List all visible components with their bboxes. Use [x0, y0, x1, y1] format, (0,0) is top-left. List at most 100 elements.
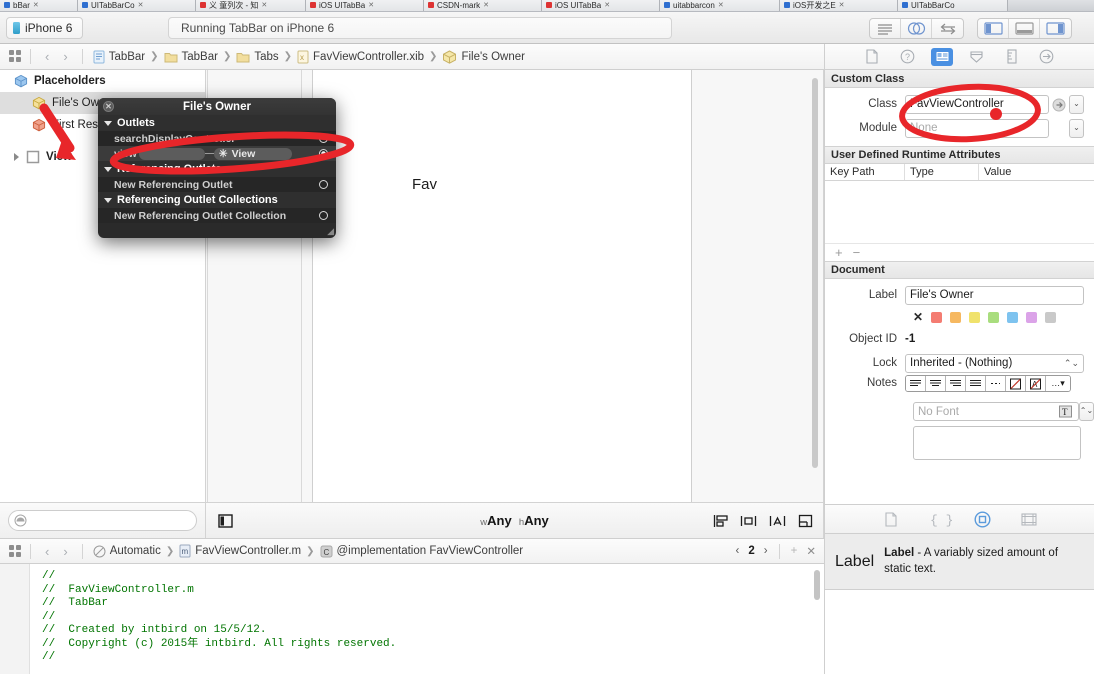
size-class-toggle-icon[interactable] — [218, 513, 233, 528]
close-icon[interactable]: ✕ — [604, 1, 610, 9]
connections-popup[interactable]: ✕ File's Owner Outlets searchDisplayCont… — [98, 98, 336, 238]
debug-area-toggle-icon[interactable] — [1009, 19, 1040, 38]
browser-tab[interactable]: CSDN-mark ✕ — [424, 0, 542, 11]
editor-forward-button[interactable]: › — [56, 544, 74, 559]
popup-row-searchdisplaycontroller[interactable]: searchDisplayController — [98, 131, 336, 146]
close-icon[interactable]: ✕ — [368, 1, 374, 9]
media-library-tab[interactable] — [1019, 510, 1039, 528]
popup-section-outlets[interactable]: Outlets — [98, 115, 336, 131]
popup-section-referencing-outlet-collections[interactable]: Referencing Outlet Collections — [98, 192, 336, 208]
close-icon[interactable]: ✕ — [103, 101, 114, 112]
module-field[interactable]: None — [905, 118, 1049, 138]
close-icon[interactable]: ✕ — [718, 1, 724, 9]
outline-row-placeholders[interactable]: Placeholders — [0, 70, 205, 92]
more-options-icon[interactable]: …▾ — [1046, 376, 1070, 391]
font-panel-icon[interactable]: T — [1058, 404, 1073, 419]
code-snippet-library-tab[interactable]: { } — [927, 510, 953, 528]
document-label-field[interactable]: File's Owner — [905, 285, 1084, 305]
popup-section-referencing-outlets[interactable]: Referencing Outlets — [98, 161, 336, 177]
canvas-scrollbar[interactable] — [812, 78, 818, 468]
add-attribute-button[interactable]: + — [835, 245, 843, 260]
assistant-editor-icon[interactable] — [901, 19, 932, 38]
popup-row-view[interactable]: view ✳ View — [98, 146, 336, 161]
module-dropdown-button[interactable]: ⌄ — [1069, 118, 1084, 138]
related-items-icon[interactable] — [8, 49, 23, 64]
align-center-icon[interactable] — [926, 376, 946, 391]
add-editor-button[interactable]: + — [791, 545, 798, 557]
browser-tab[interactable]: 义 童列次 - 知 ✕ — [196, 0, 306, 11]
popup-row-new-referencing-outlet[interactable]: New Referencing Outlet — [98, 177, 336, 192]
back-button[interactable]: ‹ — [38, 49, 56, 64]
resize-handle[interactable]: ◢ — [327, 226, 334, 237]
breadcrumb-item-group-tabs[interactable]: Tabs — [233, 51, 281, 63]
file-inspector-tab[interactable] — [861, 48, 883, 66]
forward-button[interactable]: › — [56, 49, 74, 64]
runtime-attributes-body[interactable] — [825, 181, 1094, 243]
breadcrumb-item-files-owner[interactable]: File's Owner — [439, 49, 528, 64]
resolve-issues-icon[interactable] — [769, 514, 786, 528]
disclosure-triangle-icon[interactable] — [104, 197, 112, 203]
close-editor-button[interactable]: ✕ — [806, 544, 816, 558]
connection-well-icon[interactable] — [319, 180, 328, 189]
popup-row-new-referencing-outlet-collection[interactable]: New Referencing Outlet Collection — [98, 208, 336, 223]
text-color-icon[interactable] — [1006, 376, 1026, 391]
class-chooser-icon[interactable] — [1051, 95, 1067, 114]
color-swatch-gray[interactable] — [1045, 311, 1057, 323]
color-swatch-red[interactable] — [931, 311, 943, 323]
color-swatch-blue[interactable] — [1007, 311, 1019, 323]
jumpbar-item-symbol[interactable]: C @implementation FavViewController — [317, 545, 527, 558]
related-items-icon[interactable] — [8, 544, 23, 559]
counter-prev-button[interactable]: ‹ — [736, 545, 740, 557]
library-list[interactable] — [824, 590, 1094, 674]
attributes-inspector-tab[interactable] — [966, 48, 988, 66]
lock-select[interactable]: Inherited - (Nothing) ⌃⌄ — [905, 353, 1084, 373]
identity-inspector-tab[interactable] — [931, 47, 954, 66]
pin-icon[interactable] — [740, 514, 757, 528]
outline-filter-field[interactable] — [8, 510, 197, 531]
align-right-icon[interactable] — [946, 376, 966, 391]
close-icon[interactable]: ✕ — [839, 1, 845, 9]
utilities-toggle-icon[interactable] — [1040, 19, 1071, 38]
list-style-icon[interactable] — [986, 376, 1006, 391]
breadcrumb-item-project[interactable]: TabBar — [90, 50, 148, 64]
color-swatch-green[interactable] — [988, 311, 1000, 323]
align-justify-icon[interactable] — [966, 376, 986, 391]
jumpbar-item-automatic[interactable]: Automatic — [90, 545, 164, 558]
notes-textarea[interactable] — [913, 426, 1081, 460]
class-dropdown-button[interactable]: ⌄ — [1069, 94, 1084, 114]
browser-tab[interactable]: bBar ✕ — [0, 0, 78, 11]
source-code-text[interactable]: // // FavViewController.m // TabBar // /… — [42, 570, 396, 674]
view-controller-view[interactable]: Fav — [312, 70, 692, 502]
scheme-destination-selector[interactable]: iPhone 6 — [6, 17, 84, 39]
browser-tab[interactable]: uitabbarcon ✕ — [660, 0, 780, 11]
class-field[interactable]: FavViewController — [905, 94, 1049, 114]
align-left-icon[interactable] — [906, 376, 926, 391]
align-icon[interactable] — [713, 514, 728, 528]
connections-inspector-tab[interactable] — [1036, 48, 1058, 66]
disclosure-triangle-icon[interactable] — [104, 166, 112, 172]
version-editor-icon[interactable] — [932, 19, 963, 38]
close-icon[interactable]: ✕ — [33, 1, 39, 9]
size-inspector-tab[interactable] — [1001, 48, 1023, 66]
size-class-indicator[interactable]: wAny hAny — [480, 513, 549, 528]
font-size-stepper[interactable]: ⌃⌄ — [1079, 402, 1094, 421]
browser-tab[interactable]: UITabBarCo ✕ — [78, 0, 196, 11]
background-color-icon[interactable]: A — [1026, 376, 1046, 391]
navigator-toggle-icon[interactable] — [978, 19, 1009, 38]
jumpbar-item-file[interactable]: m FavViewController.m — [176, 544, 304, 558]
close-icon[interactable]: ✕ — [138, 1, 144, 9]
fav-label[interactable]: Fav — [412, 176, 437, 193]
breadcrumb-item-group-tabbar[interactable]: TabBar — [161, 51, 221, 63]
editor-scrollbar[interactable] — [814, 570, 820, 600]
browser-tab[interactable]: UITabBarCo — [898, 0, 1008, 11]
standard-editor-icon[interactable] — [870, 19, 901, 38]
quick-help-inspector-tab[interactable]: ? — [896, 48, 918, 66]
browser-tab[interactable]: iOS开发之E ✕ — [780, 0, 898, 11]
file-template-library-tab[interactable] — [881, 510, 901, 528]
browser-tab[interactable]: iOS UITabBa ✕ — [306, 0, 424, 11]
clear-color-button[interactable]: ✕ — [913, 310, 923, 324]
resizing-icon[interactable] — [798, 514, 813, 528]
object-library-tab[interactable] — [973, 510, 993, 528]
font-field[interactable]: No Font — [913, 402, 1079, 421]
connection-well-icon[interactable] — [319, 211, 328, 220]
